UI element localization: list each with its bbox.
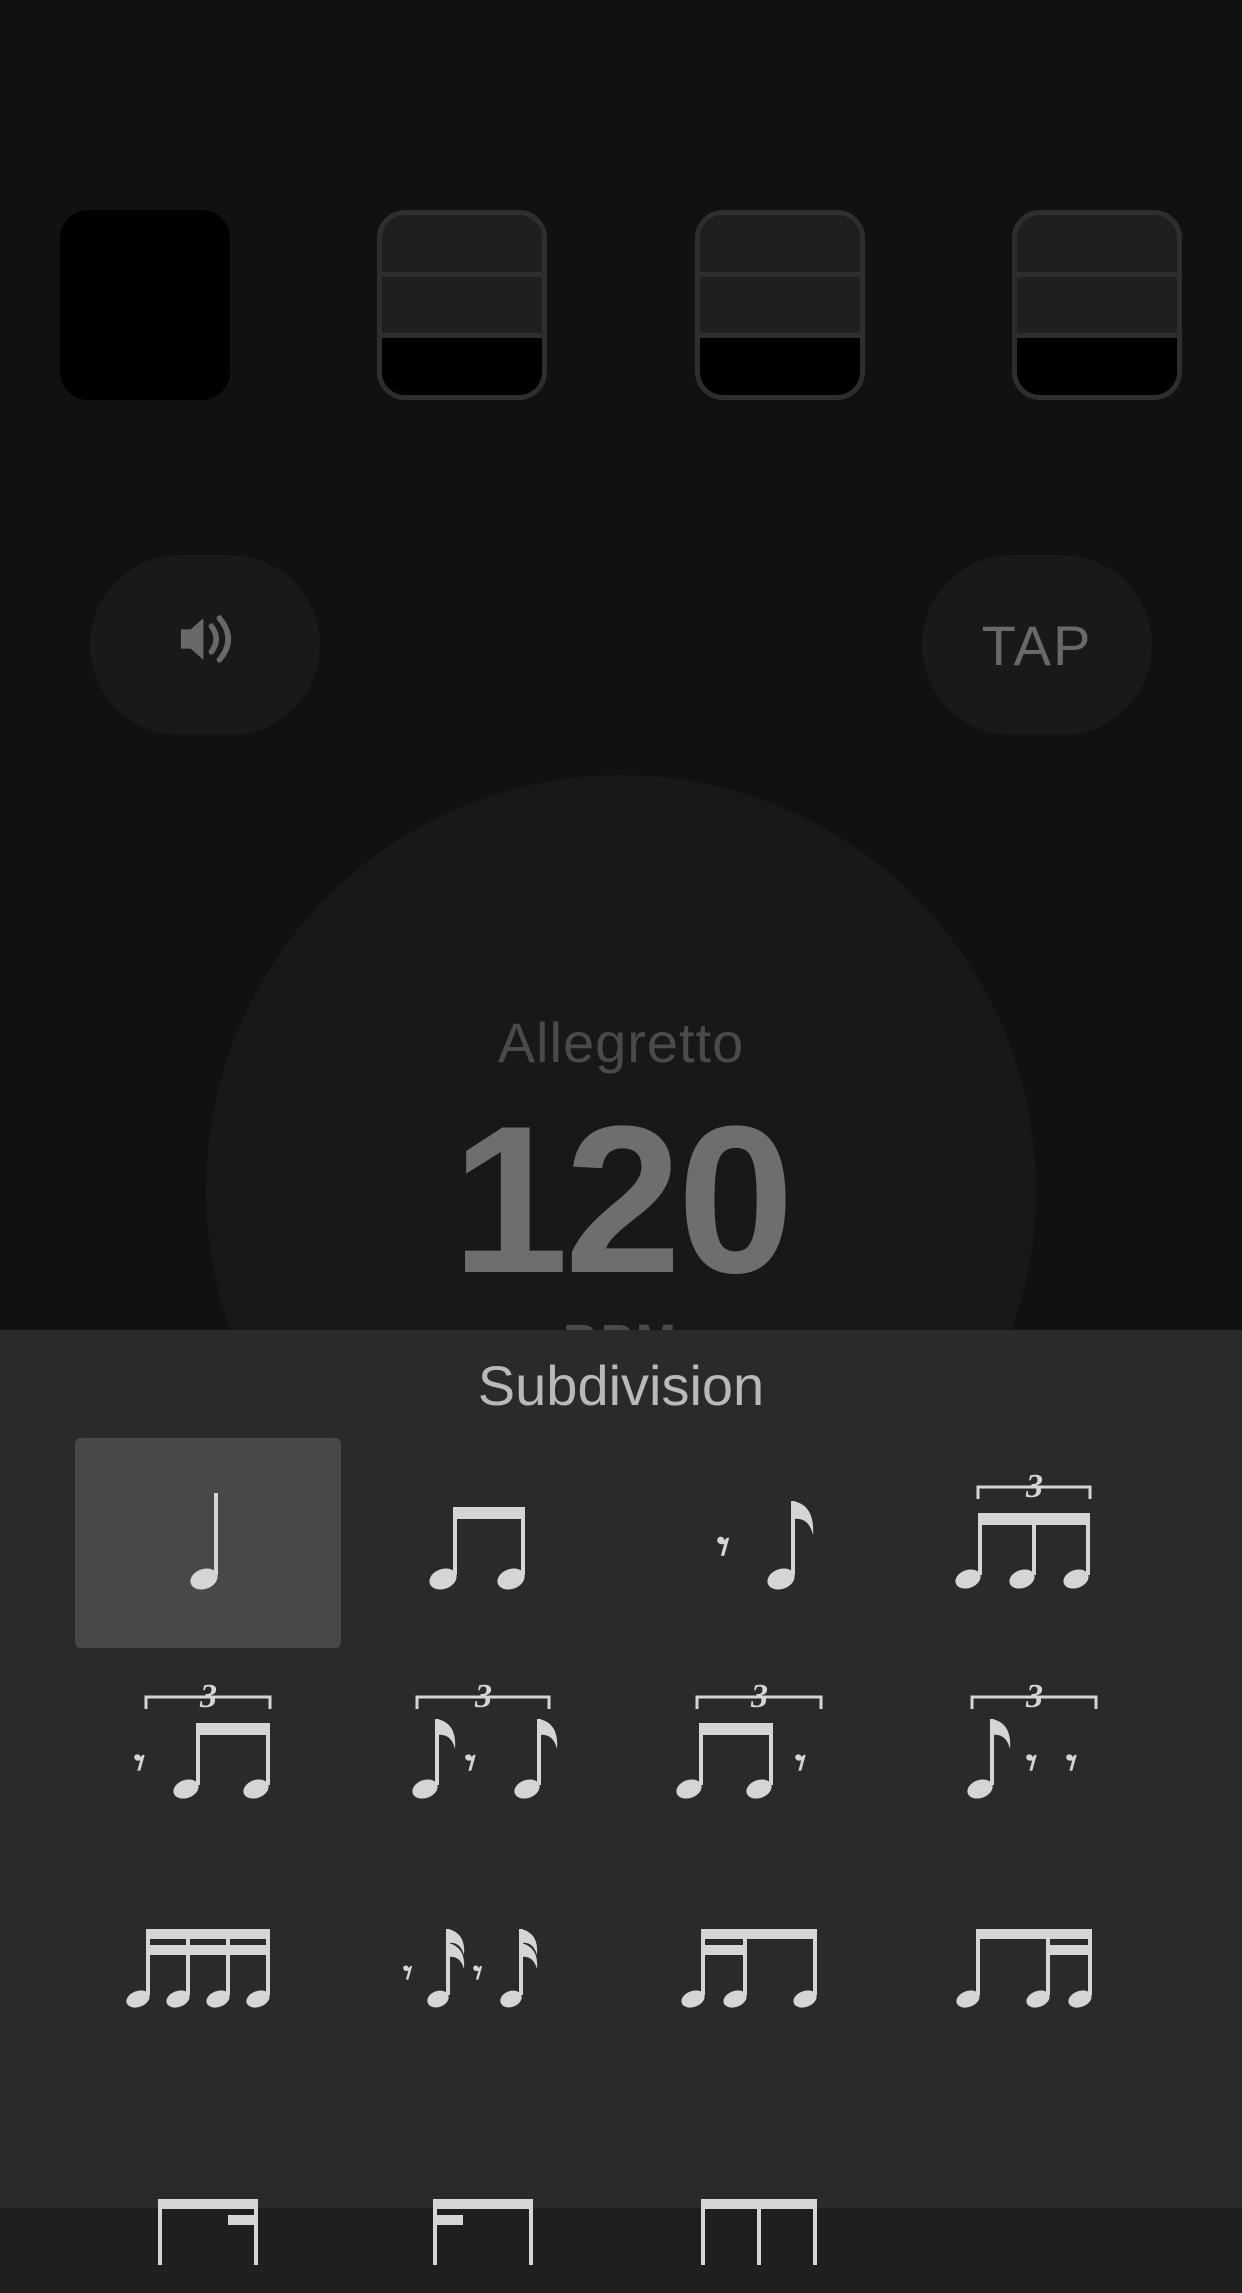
subdivision-partial-1[interactable] — [75, 2068, 341, 2278]
subdivision-quarter[interactable] — [75, 1438, 341, 1648]
sixteenths-var-b-icon — [944, 1903, 1124, 2023]
subdivision-rest-triplet-1[interactable]: 3 𝄾 — [75, 1648, 341, 1858]
svg-text:𝄾: 𝄾 — [403, 1953, 413, 1993]
svg-text:𝄾: 𝄾 — [795, 1741, 806, 1787]
subdivision-grid: 𝄾 3 3 𝄾 — [0, 1438, 1242, 2278]
triplet-rest-mid-icon: 3 𝄾 — [393, 1693, 573, 1813]
controls-row: TAP — [90, 555, 1152, 735]
svg-text:3: 3 — [1025, 1678, 1043, 1715]
partial-1-icon — [118, 2173, 298, 2293]
svg-text:𝄾: 𝄾 — [1066, 1741, 1077, 1787]
triplet-icon: 3 — [944, 1483, 1124, 1603]
subdivision-sheet: Subdivision 𝄾 — [0, 1330, 1242, 2208]
rest-triplet-1-icon: 3 𝄾 — [118, 1693, 298, 1813]
swing-sixteenths-icon: 𝄾 𝄾 — [393, 1903, 573, 2023]
partial-2-icon — [393, 2173, 573, 2293]
subdivision-triplet-rest-2-3[interactable]: 3 𝄾 𝄾 — [902, 1648, 1168, 1858]
tap-tempo-button[interactable]: TAP — [922, 555, 1152, 735]
svg-text:3: 3 — [750, 1678, 768, 1715]
tempo-name: Allegretto — [498, 1010, 745, 1075]
beat-2[interactable] — [377, 210, 547, 400]
subdivision-partial-2[interactable] — [351, 2068, 617, 2278]
rest-eighth-icon: 𝄾 — [669, 1483, 849, 1603]
triplet-rest-end-icon: 3 𝄾 — [669, 1693, 849, 1813]
subdivision-rest-eighth[interactable]: 𝄾 — [626, 1438, 892, 1648]
subdivision-triplet-rest-end[interactable]: 3 𝄾 — [626, 1648, 892, 1858]
subdivision-partial-3[interactable] — [626, 2068, 892, 2278]
quarter-note-icon — [118, 1483, 298, 1603]
triplet-rest-2-3-icon: 3 𝄾 𝄾 — [944, 1693, 1124, 1813]
bpm-value: 120 — [452, 1095, 790, 1305]
partial-3-icon — [669, 2173, 849, 2293]
svg-text:𝄾: 𝄾 — [473, 1953, 483, 1993]
beat-3[interactable] — [695, 210, 865, 400]
svg-text:3: 3 — [474, 1678, 492, 1715]
svg-text:𝄾: 𝄾 — [1026, 1741, 1037, 1787]
subdivision-triplet-rest-mid[interactable]: 3 𝄾 — [351, 1648, 617, 1858]
two-eighths-icon — [393, 1483, 573, 1603]
svg-text:3: 3 — [1025, 1468, 1043, 1505]
svg-text:𝄾: 𝄾 — [465, 1741, 476, 1787]
svg-text:3: 3 — [199, 1678, 217, 1715]
subdivision-sixteenths-var-b[interactable] — [902, 1858, 1168, 2068]
sound-button[interactable] — [90, 555, 320, 735]
volume-icon — [165, 599, 245, 692]
subdivision-triplet[interactable]: 3 — [902, 1438, 1168, 1648]
subdivision-title: Subdivision — [0, 1345, 1242, 1438]
svg-text:𝄾: 𝄾 — [717, 1521, 730, 1574]
subdivision-swing-sixteenths[interactable]: 𝄾 𝄾 — [351, 1858, 617, 2068]
tap-label: TAP — [982, 613, 1093, 678]
subdivision-sixteenths-var-a[interactable] — [626, 1858, 892, 2068]
four-sixteenths-icon — [118, 1903, 298, 2023]
beat-4[interactable] — [1012, 210, 1182, 400]
sixteenths-var-a-icon — [669, 1903, 849, 2023]
svg-text:𝄾: 𝄾 — [134, 1741, 145, 1787]
subdivision-two-eighths[interactable] — [351, 1438, 617, 1648]
subdivision-four-sixteenths[interactable] — [75, 1858, 341, 2068]
beat-indicator-row — [60, 210, 1182, 400]
beat-1[interactable] — [60, 210, 230, 400]
subdivision-partial-4[interactable] — [902, 2068, 1168, 2278]
